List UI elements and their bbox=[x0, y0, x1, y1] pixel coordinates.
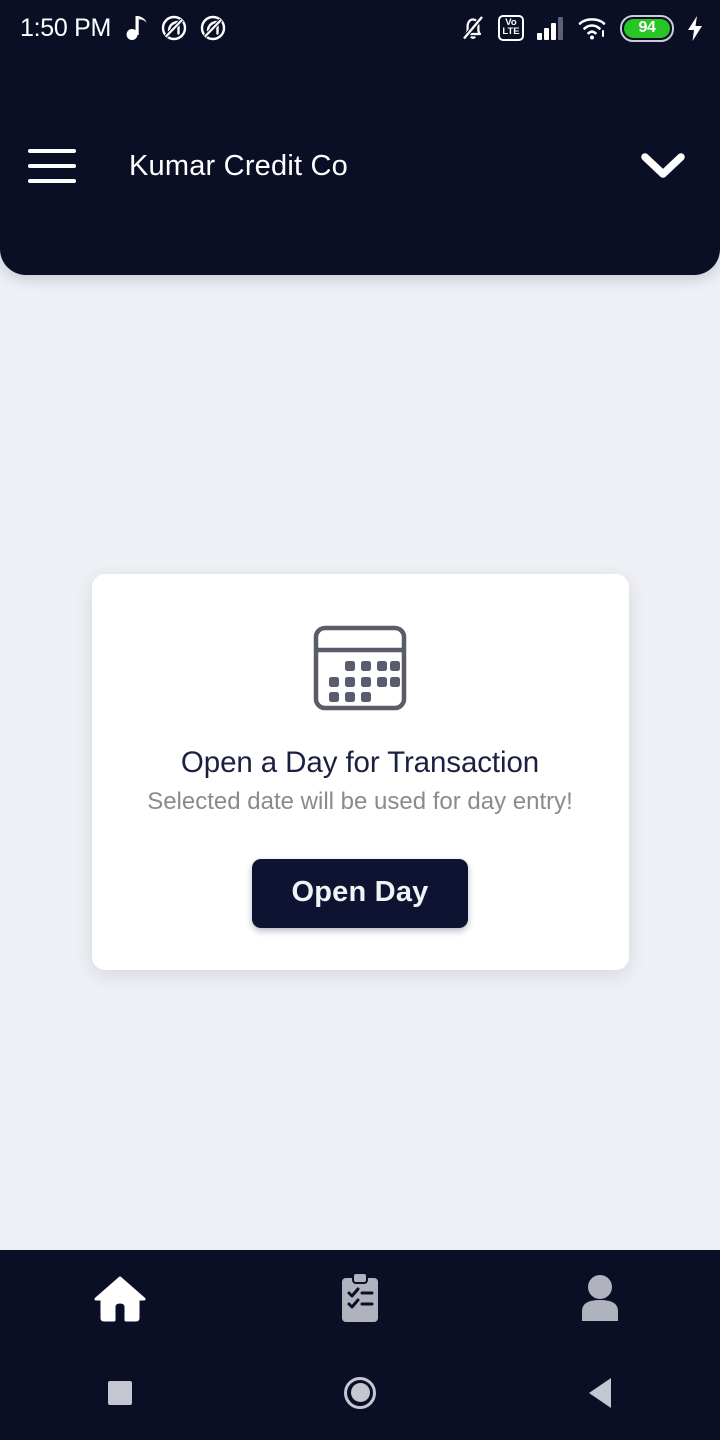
recents-button[interactable] bbox=[0, 1380, 240, 1405]
battery-percent-label: 94 bbox=[638, 19, 656, 36]
circle-home-icon bbox=[344, 1376, 376, 1409]
system-navigation-bar bbox=[0, 1345, 720, 1440]
app-badge-icon bbox=[200, 15, 226, 41]
charging-bolt-icon bbox=[688, 15, 702, 41]
chevron-down-glyph bbox=[641, 153, 685, 178]
back-button[interactable] bbox=[480, 1377, 720, 1408]
status-clock: 1:50 PM bbox=[20, 13, 112, 42]
hamburger-menu-icon[interactable] bbox=[28, 149, 76, 183]
card-title: Open a Day for Transaction bbox=[180, 745, 540, 779]
calendar-icon bbox=[313, 625, 407, 710]
square-recents-icon bbox=[108, 1380, 132, 1405]
person-icon bbox=[582, 1274, 618, 1321]
signal-bars-icon bbox=[537, 17, 563, 40]
wifi-icon bbox=[578, 18, 606, 40]
nav-item-home[interactable] bbox=[0, 1250, 240, 1345]
volte-icon: Vo LTE bbox=[498, 15, 524, 41]
bell-off-icon bbox=[462, 15, 484, 40]
open-day-card: Open a Day for Transaction Selected date… bbox=[91, 573, 629, 970]
clipboard-checklist-icon bbox=[342, 1271, 378, 1322]
header-row: Kumar Credit Co bbox=[0, 128, 720, 204]
chevron-down-icon[interactable] bbox=[634, 137, 692, 195]
card-subtitle: Selected date will be used for day entry… bbox=[147, 787, 573, 815]
status-bar-right: Vo LTE 94 bbox=[460, 14, 704, 42]
hamburger-line bbox=[28, 164, 76, 168]
status-bar-left: 1:50 PM bbox=[20, 15, 226, 41]
home-icon bbox=[94, 1276, 146, 1321]
circle-home-inner bbox=[350, 1383, 370, 1402]
nav-item-transactions[interactable] bbox=[240, 1250, 480, 1345]
battery-icon: 94 bbox=[620, 14, 674, 42]
nav-item-profile[interactable] bbox=[480, 1250, 720, 1345]
bottom-navigation-bar bbox=[0, 1250, 720, 1345]
phone-screen: Kumar Credit Co 1:50 PM Vo LTE 94 Open a… bbox=[0, 0, 720, 1440]
page-title: Kumar Credit Co bbox=[129, 149, 348, 182]
volte-bottom-label: LTE bbox=[502, 26, 520, 37]
hamburger-line bbox=[28, 149, 76, 153]
home-button[interactable] bbox=[240, 1376, 480, 1409]
app-badge-icon bbox=[161, 15, 187, 41]
status-bar: 1:50 PM Vo LTE 94 bbox=[0, 0, 720, 56]
open-day-button[interactable]: Open Day bbox=[251, 858, 469, 928]
main-content: Open a Day for Transaction Selected date… bbox=[0, 275, 720, 1250]
music-note-icon bbox=[126, 16, 147, 40]
triangle-back-icon bbox=[589, 1377, 611, 1408]
hamburger-line bbox=[28, 179, 76, 183]
